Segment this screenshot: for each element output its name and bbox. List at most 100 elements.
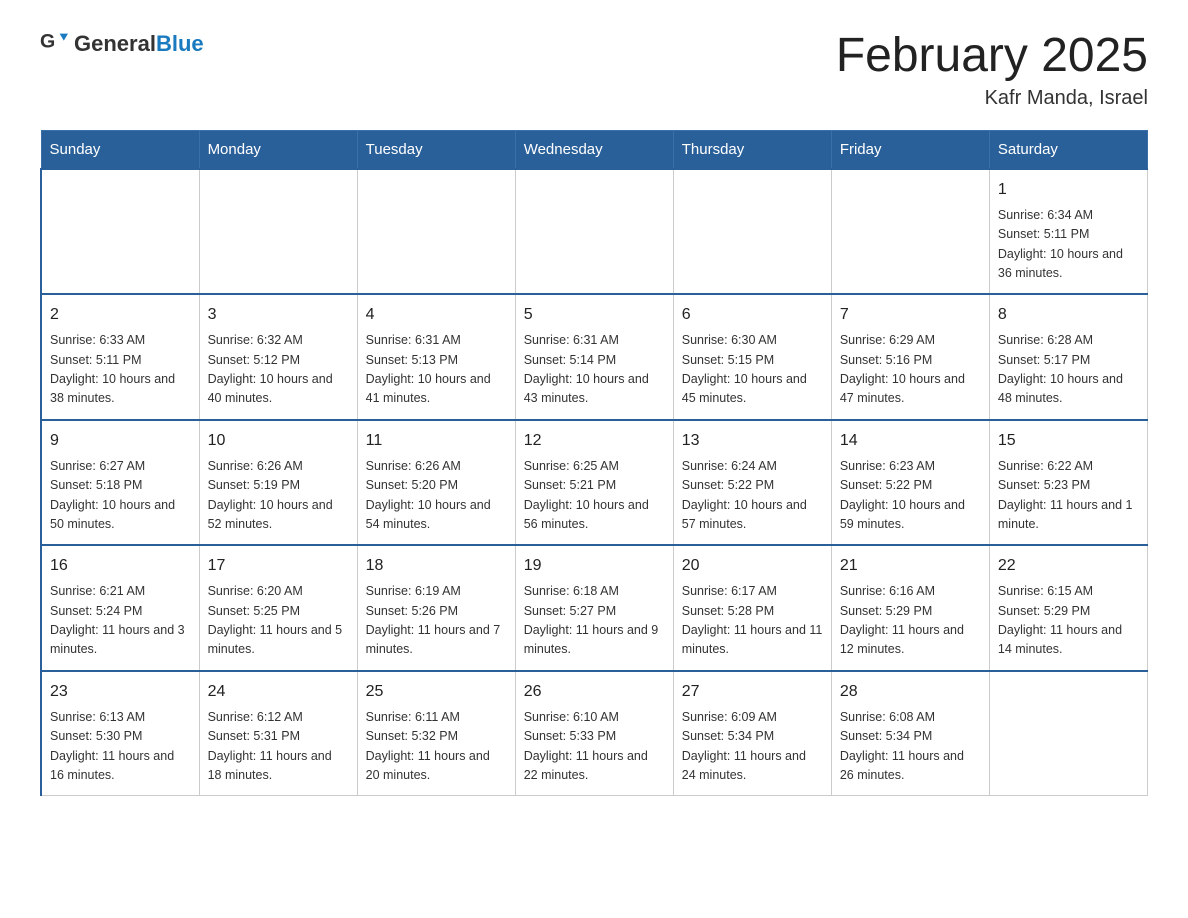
day-number: 12 <box>524 429 665 453</box>
day-info: Sunrise: 6:33 AM Sunset: 5:11 PM Dayligh… <box>50 331 191 409</box>
calendar-cell: 17 Sunrise: 6:20 AM Sunset: 5:25 PM Dayli… <box>199 545 357 671</box>
title-area: February 2025 Kafr Manda, Israel <box>836 30 1148 110</box>
calendar-cell: 19 Sunrise: 6:18 AM Sunset: 5:27 PM Dayli… <box>515 545 673 671</box>
day-info: Sunrise: 6:32 AM Sunset: 5:12 PM Dayligh… <box>208 331 349 409</box>
day-header-sunday: Sunday <box>41 130 199 169</box>
day-number: 19 <box>524 554 665 578</box>
day-number: 26 <box>524 680 665 704</box>
calendar-cell: 4Sunrise: 6:31 AM Sunset: 5:13 PM Daylig… <box>357 294 515 420</box>
day-info: Sunrise: 6:22 AM Sunset: 5:23 PM Dayligh… <box>998 457 1139 535</box>
calendar-cell: 7 Sunrise: 6:29 AM Sunset: 5:16 PM Daylig… <box>831 294 989 420</box>
day-number: 6 <box>682 303 823 327</box>
calendar-cell: 5Sunrise: 6:31 AM Sunset: 5:14 PM Daylig… <box>515 294 673 420</box>
day-info: Sunrise: 6:25 AM Sunset: 5:21 PM Dayligh… <box>524 457 665 535</box>
day-number: 16 <box>50 554 191 578</box>
calendar-week-row: 2 Sunrise: 6:33 AM Sunset: 5:11 PM Daylig… <box>41 294 1148 420</box>
day-header-friday: Friday <box>831 130 989 169</box>
calendar-cell <box>357 169 515 295</box>
day-number: 8 <box>998 303 1139 327</box>
month-title: February 2025 <box>836 30 1148 83</box>
day-header-wednesday: Wednesday <box>515 130 673 169</box>
day-number: 1 <box>998 178 1139 202</box>
calendar-cell: 2 Sunrise: 6:33 AM Sunset: 5:11 PM Daylig… <box>41 294 199 420</box>
day-number: 21 <box>840 554 981 578</box>
calendar-week-row: 1 Sunrise: 6:34 AM Sunset: 5:11 PM Daylig… <box>41 169 1148 295</box>
calendar-cell: 27Sunrise: 6:09 AM Sunset: 5:34 PM Dayli… <box>673 671 831 796</box>
calendar-cell: 23 Sunrise: 6:13 AM Sunset: 5:30 PM Dayli… <box>41 671 199 796</box>
day-info: Sunrise: 6:34 AM Sunset: 5:11 PM Dayligh… <box>998 206 1139 284</box>
day-header-tuesday: Tuesday <box>357 130 515 169</box>
calendar-cell: 20 Sunrise: 6:17 AM Sunset: 5:28 PM Dayli… <box>673 545 831 671</box>
day-number: 24 <box>208 680 349 704</box>
calendar-cell: 11 Sunrise: 6:26 AM Sunset: 5:20 PM Dayli… <box>357 420 515 546</box>
day-info: Sunrise: 6:23 AM Sunset: 5:22 PM Dayligh… <box>840 457 981 535</box>
calendar-cell <box>989 671 1147 796</box>
day-info: Sunrise: 6:09 AM Sunset: 5:34 PM Dayligh… <box>682 708 823 786</box>
location-title: Kafr Manda, Israel <box>836 87 1148 110</box>
day-info: Sunrise: 6:30 AM Sunset: 5:15 PM Dayligh… <box>682 331 823 409</box>
calendar-cell: 24 Sunrise: 6:12 AM Sunset: 5:31 PM Dayli… <box>199 671 357 796</box>
day-header-monday: Monday <box>199 130 357 169</box>
day-info: Sunrise: 6:12 AM Sunset: 5:31 PM Dayligh… <box>208 708 349 786</box>
calendar-cell: 3 Sunrise: 6:32 AM Sunset: 5:12 PM Daylig… <box>199 294 357 420</box>
day-info: Sunrise: 6:21 AM Sunset: 5:24 PM Dayligh… <box>50 582 191 660</box>
day-number: 20 <box>682 554 823 578</box>
calendar-cell: 8 Sunrise: 6:28 AM Sunset: 5:17 PM Daylig… <box>989 294 1147 420</box>
day-info: Sunrise: 6:08 AM Sunset: 5:34 PM Dayligh… <box>840 708 981 786</box>
calendar-cell: 10Sunrise: 6:26 AM Sunset: 5:19 PM Dayli… <box>199 420 357 546</box>
calendar-cell <box>41 169 199 295</box>
calendar-cell: 28 Sunrise: 6:08 AM Sunset: 5:34 PM Dayli… <box>831 671 989 796</box>
day-info: Sunrise: 6:28 AM Sunset: 5:17 PM Dayligh… <box>998 331 1139 409</box>
day-info: Sunrise: 6:13 AM Sunset: 5:30 PM Dayligh… <box>50 708 191 786</box>
day-info: Sunrise: 6:29 AM Sunset: 5:16 PM Dayligh… <box>840 331 981 409</box>
day-info: Sunrise: 6:18 AM Sunset: 5:27 PM Dayligh… <box>524 582 665 660</box>
day-info: Sunrise: 6:24 AM Sunset: 5:22 PM Dayligh… <box>682 457 823 535</box>
calendar-cell: 18 Sunrise: 6:19 AM Sunset: 5:26 PM Dayli… <box>357 545 515 671</box>
logo-general-text: General <box>74 31 156 56</box>
calendar-cell <box>199 169 357 295</box>
calendar-cell: 25Sunrise: 6:11 AM Sunset: 5:32 PM Dayli… <box>357 671 515 796</box>
day-number: 14 <box>840 429 981 453</box>
calendar-cell: 14 Sunrise: 6:23 AM Sunset: 5:22 PM Dayli… <box>831 420 989 546</box>
day-number: 22 <box>998 554 1139 578</box>
day-info: Sunrise: 6:19 AM Sunset: 5:26 PM Dayligh… <box>366 582 507 660</box>
calendar-cell: 21 Sunrise: 6:16 AM Sunset: 5:29 PM Dayli… <box>831 545 989 671</box>
logo: G GeneralBlue <box>40 30 204 58</box>
calendar-cell: 9Sunrise: 6:27 AM Sunset: 5:18 PM Daylig… <box>41 420 199 546</box>
day-number: 9 <box>50 429 191 453</box>
day-header-thursday: Thursday <box>673 130 831 169</box>
day-number: 5 <box>524 303 665 327</box>
calendar-week-row: 16 Sunrise: 6:21 AM Sunset: 5:24 PM Dayli… <box>41 545 1148 671</box>
day-info: Sunrise: 6:26 AM Sunset: 5:19 PM Dayligh… <box>208 457 349 535</box>
calendar-cell <box>515 169 673 295</box>
day-number: 11 <box>366 429 507 453</box>
calendar-cell: 6 Sunrise: 6:30 AM Sunset: 5:15 PM Daylig… <box>673 294 831 420</box>
day-info: Sunrise: 6:31 AM Sunset: 5:13 PM Dayligh… <box>366 331 507 409</box>
calendar-cell: 26Sunrise: 6:10 AM Sunset: 5:33 PM Dayli… <box>515 671 673 796</box>
day-number: 15 <box>998 429 1139 453</box>
day-info: Sunrise: 6:11 AM Sunset: 5:32 PM Dayligh… <box>366 708 507 786</box>
day-info: Sunrise: 6:26 AM Sunset: 5:20 PM Dayligh… <box>366 457 507 535</box>
calendar-cell: 22 Sunrise: 6:15 AM Sunset: 5:29 PM Dayli… <box>989 545 1147 671</box>
day-number: 18 <box>366 554 507 578</box>
day-number: 17 <box>208 554 349 578</box>
calendar-cell <box>673 169 831 295</box>
calendar-cell: 1 Sunrise: 6:34 AM Sunset: 5:11 PM Daylig… <box>989 169 1147 295</box>
calendar-cell: 12 Sunrise: 6:25 AM Sunset: 5:21 PM Dayli… <box>515 420 673 546</box>
calendar-cell: 15 Sunrise: 6:22 AM Sunset: 5:23 PM Dayli… <box>989 420 1147 546</box>
day-header-saturday: Saturday <box>989 130 1147 169</box>
day-number: 28 <box>840 680 981 704</box>
logo-blue-text: Blue <box>156 31 204 56</box>
day-info: Sunrise: 6:17 AM Sunset: 5:28 PM Dayligh… <box>682 582 823 660</box>
calendar-table: SundayMondayTuesdayWednesdayThursdayFrid… <box>40 130 1148 797</box>
page-header: G GeneralBlue February 2025 Kafr Manda, … <box>40 30 1148 110</box>
calendar-cell: 13Sunrise: 6:24 AM Sunset: 5:22 PM Dayli… <box>673 420 831 546</box>
day-number: 3 <box>208 303 349 327</box>
day-info: Sunrise: 6:16 AM Sunset: 5:29 PM Dayligh… <box>840 582 981 660</box>
day-info: Sunrise: 6:20 AM Sunset: 5:25 PM Dayligh… <box>208 582 349 660</box>
day-number: 2 <box>50 303 191 327</box>
calendar-cell <box>831 169 989 295</box>
day-info: Sunrise: 6:15 AM Sunset: 5:29 PM Dayligh… <box>998 582 1139 660</box>
day-number: 23 <box>50 680 191 704</box>
day-number: 7 <box>840 303 981 327</box>
